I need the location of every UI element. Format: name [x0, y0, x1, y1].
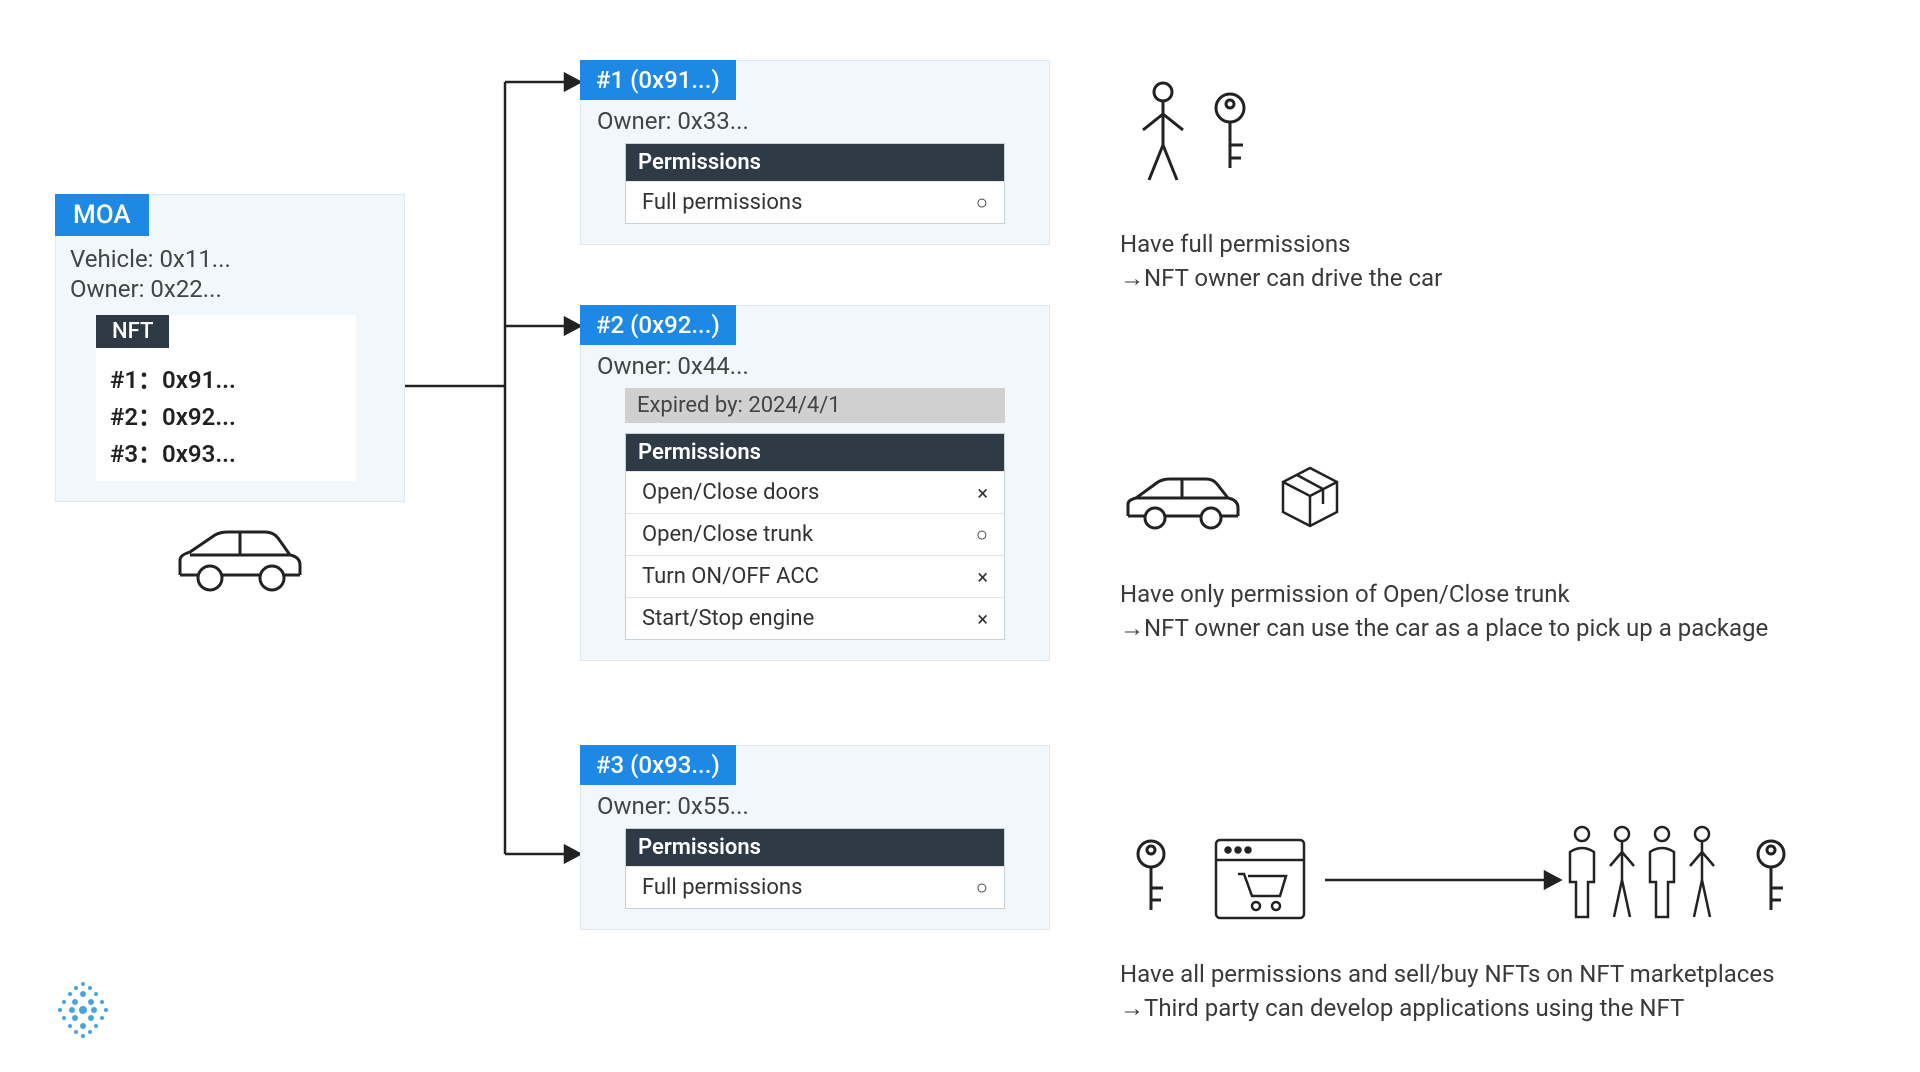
- car-icon: [1120, 468, 1250, 542]
- explain-line: →NFT owner can drive the car: [1120, 262, 1880, 296]
- marketplace-icon: [1210, 834, 1310, 928]
- perm-table: Permissions Open/Close doors × Open/Close…: [625, 433, 1005, 640]
- package-icon: [1275, 462, 1345, 536]
- nft-item: #2：0x92...: [110, 397, 342, 432]
- explain-line: →NFT owner can use the car as a place to…: [1120, 612, 1890, 646]
- explain-line: Have only permission of Open/Close trunk: [1120, 578, 1890, 612]
- explain-line: →Third party can develop applications us…: [1120, 992, 1910, 1026]
- person-icon: [1135, 80, 1191, 194]
- perm-header: Permissions: [626, 434, 1004, 471]
- perm-mark: ×: [977, 607, 988, 631]
- moa-vehicle: Vehicle: 0x11...: [70, 245, 390, 273]
- nft-item: #1：0x91...: [110, 360, 342, 395]
- nft-card-header: #1 (0x91...): [580, 60, 736, 100]
- key-icon: [1128, 838, 1174, 926]
- explain-line: Have full permissions: [1120, 228, 1880, 262]
- perm-mark: ×: [977, 565, 988, 589]
- nft-owner: Owner: 0x33...: [597, 107, 1033, 135]
- perm-label: Full permissions: [642, 190, 802, 215]
- perm-row: Open/Close doors ×: [626, 471, 1004, 513]
- explain-block-1: Have full permissions →NFT owner can dri…: [1120, 228, 1880, 295]
- perm-mark: ○: [976, 190, 988, 215]
- nft-owner: Owner: 0x55...: [597, 792, 1033, 820]
- nft-list: NFT #1：0x91... #2：0x92... #3：0x93...: [96, 315, 356, 481]
- explain-block-3: Have all permissions and sell/buy NFTs o…: [1120, 958, 1910, 1025]
- nft-card-2: #2 (0x92...) Owner: 0x44... Expired by: …: [580, 305, 1050, 661]
- perm-row: Open/Close trunk ○: [626, 513, 1004, 555]
- moa-card: Vehicle: 0x11... Owner: 0x22... NFT #1：0…: [55, 194, 405, 502]
- nft-card-header: #2 (0x92...): [580, 305, 736, 345]
- perm-row: Start/Stop engine ×: [626, 597, 1004, 639]
- nft-expire: Expired by: 2024/4/1: [625, 388, 1005, 423]
- explain-line: Have all permissions and sell/buy NFTs o…: [1120, 958, 1910, 992]
- perm-row: Full permissions ○: [626, 181, 1004, 223]
- car-icon: [170, 520, 310, 604]
- perm-table: Permissions Full permissions ○: [625, 828, 1005, 909]
- perm-mark: ○: [976, 522, 988, 547]
- key-icon: [1205, 90, 1255, 184]
- brand-logo-icon: [48, 974, 118, 1048]
- perm-header: Permissions: [626, 829, 1004, 866]
- perm-label: Open/Close trunk: [642, 522, 813, 547]
- perm-label: Full permissions: [642, 875, 802, 900]
- nft-card-1: #1 (0x91...) Owner: 0x33... Permissions …: [580, 60, 1050, 245]
- perm-label: Turn ON/OFF ACC: [642, 564, 819, 589]
- people-icon: [1560, 822, 1730, 936]
- nft-owner: Owner: 0x44...: [597, 352, 1033, 380]
- perm-mark: ○: [976, 875, 988, 900]
- moa-owner: Owner: 0x22...: [70, 275, 390, 303]
- nft-list-label: NFT: [96, 315, 169, 348]
- perm-label: Start/Stop engine: [642, 606, 814, 631]
- perm-table: Permissions Full permissions ○: [625, 143, 1005, 224]
- perm-label: Open/Close doors: [642, 480, 819, 505]
- nft-card-3: #3 (0x93...) Owner: 0x55... Permissions …: [580, 745, 1050, 930]
- perm-row: Turn ON/OFF ACC ×: [626, 555, 1004, 597]
- perm-row: Full permissions ○: [626, 866, 1004, 908]
- moa-tag: MOA: [55, 194, 149, 236]
- key-icon: [1748, 838, 1794, 926]
- perm-mark: ×: [977, 481, 988, 505]
- perm-header: Permissions: [626, 144, 1004, 181]
- nft-card-header: #3 (0x93...): [580, 745, 736, 785]
- nft-item: #3：0x93...: [110, 434, 342, 469]
- explain-block-2: Have only permission of Open/Close trunk…: [1120, 578, 1890, 645]
